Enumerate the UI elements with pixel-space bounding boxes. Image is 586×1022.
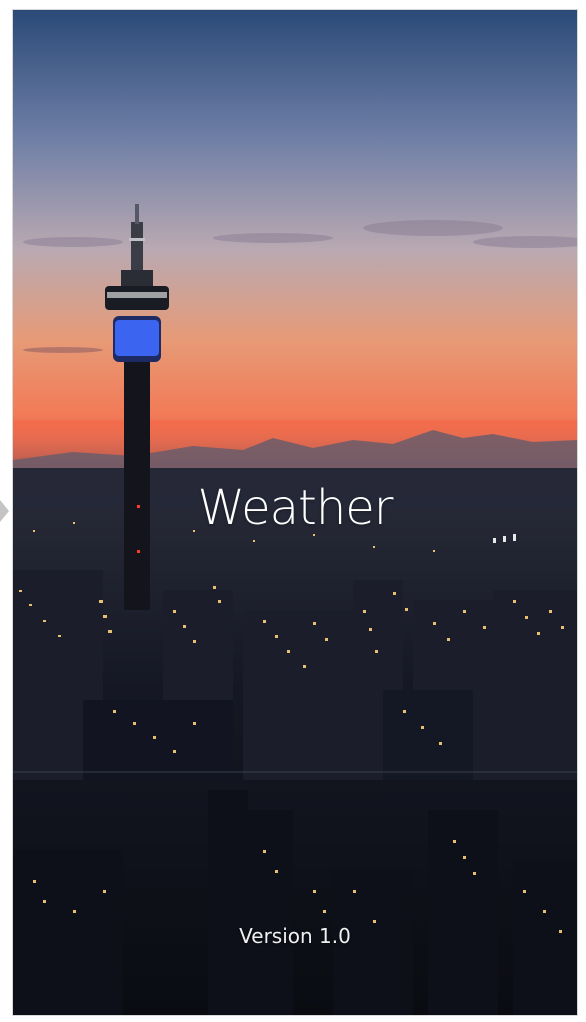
page-arrow: [0, 500, 9, 522]
version-label: Version 1.0: [239, 924, 351, 948]
splash-screen: Weather Version 1.0: [12, 9, 578, 1016]
app-title: Weather: [197, 480, 393, 536]
